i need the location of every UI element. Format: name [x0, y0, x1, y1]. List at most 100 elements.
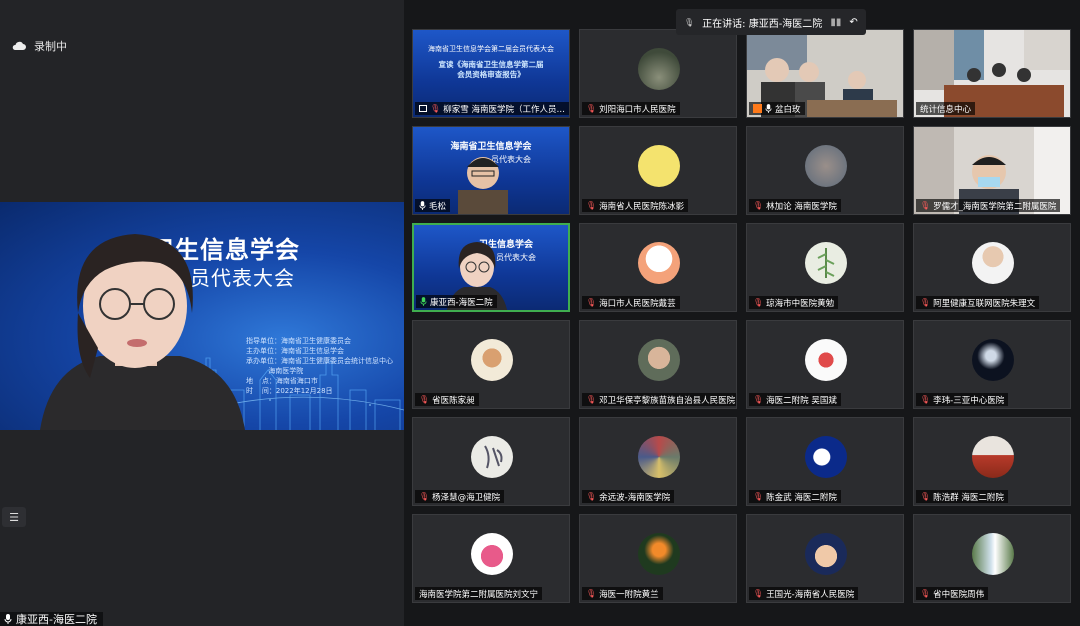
participant-name: 统计信息中心 [920, 104, 972, 115]
participant-name-tag: 🎙 林加论 海南医学院 [749, 199, 841, 212]
participant-name: 海南医学院第二附属医院刘文宁 [419, 589, 539, 600]
participant-tile[interactable]: 盆白玫 [746, 29, 904, 118]
mic-muted-icon: 🎙 [920, 201, 931, 210]
main-speaker-panel: 录制中 卫生信息学会 员代表大会 指导单位：海南省卫生健康委员会 主办单位：海南… [0, 0, 404, 626]
participant-name-tag: 🎙 省医陈家昶 [415, 393, 479, 406]
tile-slide-sub: 宣读《海南省卫生信息学第二届 会员资格审查报告》 [438, 60, 544, 79]
mic-muted-icon: 🎙 [920, 395, 931, 404]
avatar [471, 339, 513, 381]
main-speaker-name: 康亚西-海医二院 [16, 613, 97, 626]
participant-name-tag: 盆白玫 [749, 102, 805, 115]
participant-name: 海医二附院 吴国斌 [766, 395, 837, 406]
back-arrow-icon[interactable]: ↶ [849, 17, 857, 28]
bars-icon: ▮▮ [830, 16, 842, 28]
participant-name: 康亚西-海医二院 [430, 297, 493, 308]
meeting-window: 录制中 卫生信息学会 员代表大会 指导单位：海南省卫生健康委员会 主办单位：海南… [0, 0, 1080, 626]
mic-muted-icon: 🎙 [586, 201, 597, 210]
participant-name-tag: 🎙 海南省人民医院陈冰影 [582, 199, 689, 212]
avatar [471, 436, 513, 478]
participant-name: 罗儒才_海南医学院第二附属医院 [933, 201, 1057, 212]
avatar [972, 242, 1014, 284]
participant-tile[interactable]: 🎙 琼海市中医院黄勉 [746, 223, 904, 312]
participant-tile[interactable]: 海南省卫生信息学会 员代表大会 毛松 [412, 126, 570, 215]
mic-icon [765, 104, 772, 113]
participant-tile[interactable]: 🎙 海口市人民医院戴芸 [579, 223, 737, 312]
participant-name: 刘阳海口市人民医院 [599, 104, 676, 115]
mic-muted-icon: 🎙 [586, 104, 597, 113]
tile-slide-title: 海南省卫生信息学会第二届会员代表大会 [428, 45, 554, 53]
participant-name-tag: 🎙 邓卫华保亭黎族苗族自治县人民医院 [582, 393, 736, 406]
mic-muted-icon: 🎙 [920, 492, 931, 501]
avatar [805, 339, 847, 381]
mic-muted-icon: 🎙 [586, 589, 597, 598]
participant-name: 毛松 [429, 201, 447, 212]
slide-info: 指导单位：海南省卫生健康委员会 主办单位：海南省卫生信息学会 承办单位：海南省卫… [246, 337, 393, 395]
participant-name: 海医一附院黄兰 [599, 589, 659, 600]
mic-muted-icon: 🎙 [920, 589, 931, 598]
participant-name-tag: 🎙 海医一附院黄兰 [582, 587, 663, 600]
participant-name-tag: 康亚西-海医二院 [416, 295, 497, 308]
participant-name-tag: 🎙 余远波-海南医学院 [582, 490, 675, 503]
participant-tile[interactable]: 🎙 省中医院周伟 [913, 514, 1071, 603]
participant-name-tag: 毛松 [415, 199, 451, 212]
participant-tile[interactable]: 🎙 海南省人民医院陈冰影 [579, 126, 737, 215]
mic-icon [4, 614, 12, 624]
avatar [638, 145, 680, 187]
avatar [638, 48, 680, 90]
participant-tile[interactable]: 🎙 王国光-海南省人民医院 [746, 514, 904, 603]
mic-muted-icon: 🎙 [586, 395, 597, 404]
participant-tile-active-speaker[interactable]: 卫生信息学会 员代表大会 康亚西-海医二院 [412, 223, 570, 312]
participant-tile[interactable]: 🎙 海医一附院黄兰 [579, 514, 737, 603]
participant-tile[interactable]: 🎙 罗儒才_海南医学院第二附属医院 [913, 126, 1071, 215]
participant-tile[interactable]: 🎙 邓卫华保亭黎族苗族自治县人民医院 [579, 320, 737, 409]
participant-name: 阿里健康互联网医院朱理文 [933, 298, 1036, 309]
participant-tile[interactable]: 海南省卫生信息学会第二届会员代表大会 宣读《海南省卫生信息学第二届 会员资格审查… [412, 29, 570, 118]
avatar [805, 145, 847, 187]
speaker-person [40, 234, 245, 430]
participant-name-tag: 🎙 陈金武 海医二附院 [749, 490, 841, 503]
participant-tile[interactable]: 🎙 省医陈家昶 [412, 320, 570, 409]
participant-name-tag: 🎙 阿里健康互联网医院朱理文 [916, 296, 1040, 309]
participant-tile[interactable]: 统计信息中心 [913, 29, 1071, 118]
participant-name: 陈浩群 海医二附院 [933, 492, 1004, 503]
participant-name-tag: 🎙 省中医院周伟 [916, 587, 989, 600]
participant-tile[interactable]: 🎙 海医二附院 吴国斌 [746, 320, 904, 409]
participant-name-tag: 🎙 海口市人民医院戴芸 [582, 296, 680, 309]
participant-name-tag: 🎙 刘阳海口市人民医院 [582, 102, 680, 115]
participant-tile[interactable]: 🎙 陈浩群 海医二附院 [913, 417, 1071, 506]
participant-name: 海口市人民医院戴芸 [599, 298, 676, 309]
participant-name-tag: 🎙 杨泽慧@海卫健院 [415, 490, 505, 503]
main-video[interactable]: 卫生信息学会 员代表大会 指导单位：海南省卫生健康委员会 主办单位：海南省卫生信… [0, 202, 404, 430]
mic-muted-icon: 🎙 [586, 492, 597, 501]
avatar [638, 436, 680, 478]
participant-name: 盆白玫 [775, 104, 801, 115]
mic-icon [419, 201, 426, 210]
participant-tile[interactable]: 🎙 余远波-海南医学院 [579, 417, 737, 506]
avatar [805, 436, 847, 478]
participant-name: 海南省人民医院陈冰影 [599, 201, 685, 212]
participant-tile[interactable]: 🎙 杨泽慧@海卫健院 [412, 417, 570, 506]
participant-tile[interactable]: 海南医学院第二附属医院刘文宁 [412, 514, 570, 603]
leaf-graphic [817, 248, 835, 278]
participant-tile[interactable]: 🎙 刘阳海口市人民医院 [579, 29, 737, 118]
participant-tile[interactable]: 🎙 陈金武 海医二附院 [746, 417, 904, 506]
participant-tile[interactable]: 🎙 林加论 海南医学院 [746, 126, 904, 215]
participant-name-tag: 🎙 琼海市中医院黄勉 [749, 296, 839, 309]
list-toggle-icon[interactable]: ☰ [2, 507, 26, 527]
mic-active-icon [420, 297, 427, 306]
avatar [805, 242, 847, 284]
mic-muted-icon: 🎙 [753, 201, 764, 210]
mic-muted-icon: 🎙 [419, 492, 430, 501]
participant-name: 琼海市中医院黄勉 [766, 298, 835, 309]
participant-name: 邓卫华保亭黎族苗族自治县人民医院 [599, 395, 736, 406]
participant-name: 林加论 海南医学院 [766, 201, 837, 212]
recording-indicator[interactable]: 录制中 [12, 38, 67, 54]
main-speaker-name-tag: 康亚西-海医二院 [0, 612, 103, 626]
participant-name: 陈金武 海医二附院 [766, 492, 837, 503]
participant-grid: 海南省卫生信息学会第二届会员代表大会 宣读《海南省卫生信息学第二届 会员资格审查… [404, 0, 1080, 626]
participant-name: 杨泽慧@海卫健院 [432, 492, 501, 503]
participant-tile[interactable]: 🎙 李玮-三亚中心医院 [913, 320, 1071, 409]
participant-name-tag: 🎙 陈浩群 海医二附院 [916, 490, 1008, 503]
participant-tile[interactable]: 🎙 阿里健康互联网医院朱理文 [913, 223, 1071, 312]
calligraphy-graphic [484, 445, 503, 469]
